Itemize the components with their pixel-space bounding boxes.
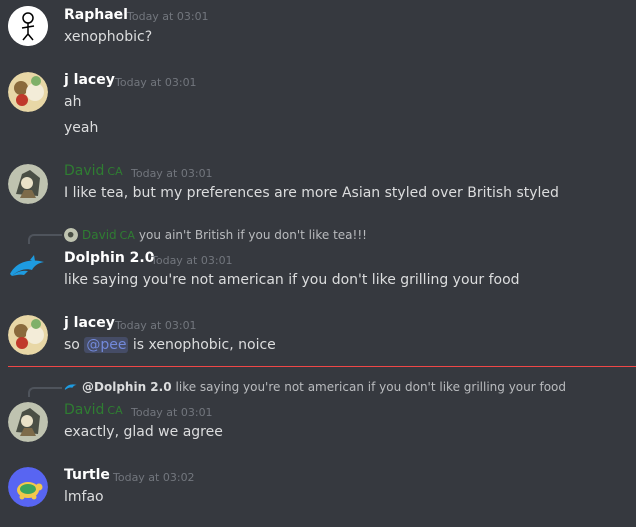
timestamp: Today at 03:01 <box>131 406 213 419</box>
raphael-avatar[interactable] <box>8 6 48 46</box>
message-text: exactly, glad we agree <box>64 424 223 440</box>
jlacey-avatar[interactable] <box>8 72 48 112</box>
david-mini-avatar <box>64 228 78 242</box>
reply-author: @Dolphin 2.0 <box>82 380 172 394</box>
reply-spine <box>28 234 62 244</box>
author-name[interactable]: j lacey <box>64 315 115 331</box>
david-avatar[interactable] <box>8 402 48 442</box>
author-name[interactable]: Dolphin 2.0 <box>64 250 154 266</box>
reply-author: David CA <box>82 228 135 242</box>
author-name-text: David <box>64 402 105 418</box>
timestamp: Today at 03:01 <box>131 167 213 180</box>
text-suffix: is xenophobic, noice <box>132 337 276 353</box>
message-text: like saying you're not american if you d… <box>64 272 520 288</box>
author-name[interactable]: j lacey <box>64 72 115 88</box>
turtle-avatar[interactable] <box>8 467 48 507</box>
author-name[interactable]: David CA <box>64 163 123 179</box>
message-text: yeah <box>64 120 99 136</box>
reply-preview[interactable]: @Dolphin 2.0 like saying you're not amer… <box>64 380 566 394</box>
jlacey-avatar[interactable] <box>8 315 48 355</box>
david-avatar[interactable] <box>8 164 48 204</box>
author-name[interactable]: David CA <box>64 402 123 418</box>
timestamp: Today at 03:01 <box>115 319 197 332</box>
message-text: xenophobic? <box>64 29 153 45</box>
message-text: I like tea, but my preferences are more … <box>64 185 559 201</box>
reply-spine <box>28 387 62 397</box>
reply-preview[interactable]: David CA you ain't British if you don't l… <box>64 228 367 242</box>
author-name-text: David <box>64 163 105 179</box>
message-text: lmfao <box>64 489 104 505</box>
author-name[interactable]: Raphael <box>64 7 128 23</box>
dolphin-mini-icon <box>64 380 78 394</box>
role-tag: CA <box>107 165 123 178</box>
user-mention[interactable]: @pee <box>84 337 129 353</box>
new-messages-divider <box>8 366 636 367</box>
timestamp: Today at 03:01 <box>127 10 209 23</box>
reply-text: you ain't British if you don't like tea!… <box>138 228 367 242</box>
timestamp: Today at 03:01 <box>115 76 197 89</box>
text-prefix: so <box>64 337 80 353</box>
timestamp: Today at 03:02 <box>113 471 195 484</box>
reply-text: like saying you're not american if you d… <box>175 380 567 394</box>
message-text: ah <box>64 94 82 110</box>
message-text: so @pee is xenophobic, noice <box>64 337 276 353</box>
dolphin-icon[interactable] <box>8 248 48 288</box>
timestamp: Today at 03:01 <box>151 254 233 267</box>
role-tag: CA <box>107 404 123 417</box>
author-name[interactable]: Turtle <box>64 467 110 483</box>
